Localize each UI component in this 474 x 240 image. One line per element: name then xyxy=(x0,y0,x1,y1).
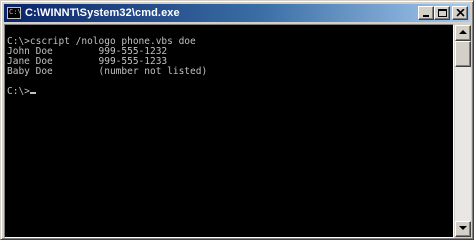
minimize-button[interactable] xyxy=(418,6,434,20)
close-button[interactable] xyxy=(452,6,468,20)
prompt-text: C:\> xyxy=(7,86,30,97)
scroll-down-button[interactable] xyxy=(455,221,471,237)
window-controls xyxy=(418,6,468,20)
close-icon xyxy=(456,9,465,17)
scroll-thumb[interactable] xyxy=(455,41,471,67)
console-window: C:\ C:\WINNT\System32\cmd.exe C:\>cscrip… xyxy=(0,0,474,240)
scroll-up-button[interactable] xyxy=(455,25,471,41)
minimize-icon xyxy=(423,15,429,17)
maximize-button[interactable] xyxy=(434,6,450,20)
command-prompt-line[interactable]: C:\> xyxy=(7,87,453,97)
console-icon[interactable]: C:\ xyxy=(7,7,21,19)
maximize-icon xyxy=(438,9,447,17)
window-title: C:\WINNT\System32\cmd.exe xyxy=(25,7,180,19)
console-output[interactable]: C:\>cscript /nologo phone.vbs doe John D… xyxy=(5,25,453,237)
text-cursor xyxy=(29,92,36,94)
title-bar[interactable]: C:\ C:\WINNT\System32\cmd.exe xyxy=(4,4,470,22)
arrow-up-icon xyxy=(459,30,467,34)
vertical-scrollbar[interactable] xyxy=(455,25,471,237)
arrow-down-icon xyxy=(459,226,467,230)
console-line: Baby Doe (number not listed) xyxy=(7,66,208,77)
